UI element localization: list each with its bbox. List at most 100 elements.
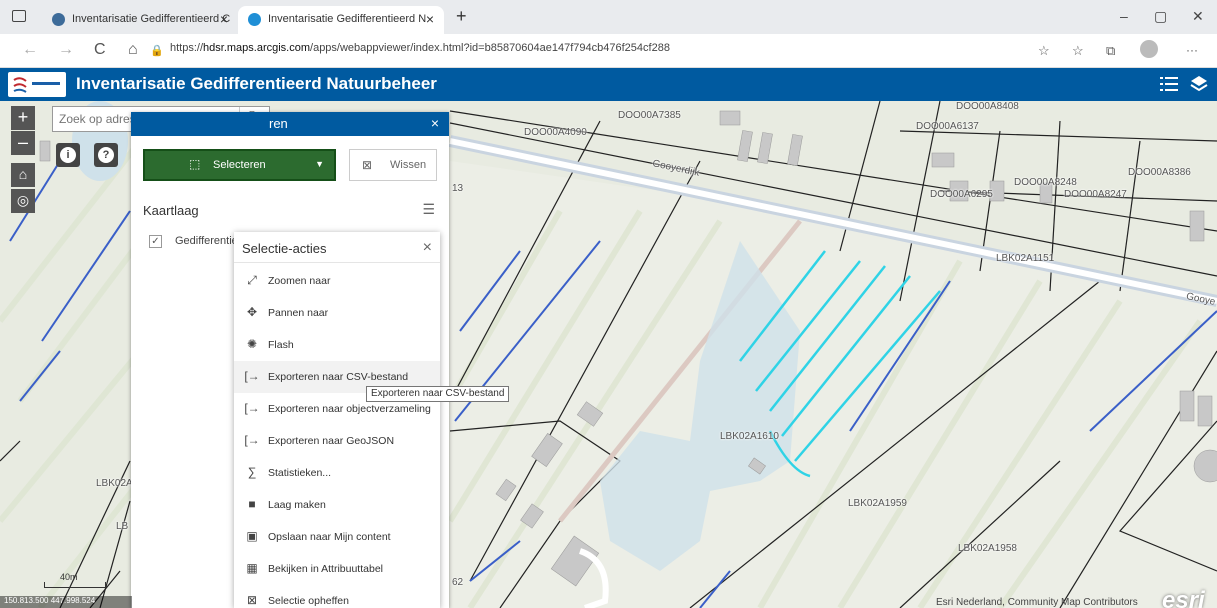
address-bar[interactable]: https://hdsr.maps.arcgis.com/apps/webapp… — [170, 42, 990, 54]
layer-header: Kaartlaag — [143, 203, 199, 218]
chevron-down-icon[interactable]: ▼ — [315, 159, 324, 169]
lock-icon: 🔒 — [150, 45, 164, 57]
action-item[interactable]: ⤢ Zoomen naar — [234, 265, 440, 297]
layers-icon[interactable] — [1190, 75, 1208, 93]
action-item[interactable]: ▦ Bekijken in Attribuuttabel — [234, 553, 440, 585]
parcel-label: DOO00A4090 — [524, 127, 587, 138]
select-icon: ⬚ — [189, 157, 201, 171]
export-icon: [→ — [244, 401, 260, 415]
hdsr-logo — [8, 72, 66, 97]
help-icon: ? — [98, 147, 114, 163]
parcel-label: LBK02A1610 — [720, 431, 779, 442]
map-number-label: 62 — [452, 577, 464, 588]
table-icon: ▦ — [246, 561, 258, 575]
action-label: Bekijken in Attribuuttabel — [268, 563, 383, 575]
filter-icon[interactable]: ☰ — [422, 201, 435, 218]
browser-tab-2[interactable]: Inventarisatie Gedifferentieerd N × — [238, 6, 444, 34]
action-item[interactable]: ✺ Flash — [234, 329, 440, 361]
scale-bar — [44, 582, 106, 588]
parcel-label: DOO00A6137 — [916, 121, 979, 132]
clear-icon: ⊠ — [362, 158, 373, 172]
export-icon: [→ — [244, 433, 260, 447]
panel-header: ren × — [131, 112, 449, 136]
action-label: Exporteren naar objectverzameling — [268, 403, 431, 415]
action-label: Laag maken — [268, 499, 326, 511]
sigma-icon: ∑ — [247, 465, 257, 479]
favorites-icon[interactable]: ☆ — [1072, 43, 1084, 59]
parcel-label: LB — [116, 521, 129, 532]
parcel-label: DOO00A8408 — [956, 101, 1019, 112]
action-item[interactable]: [→ Exporteren naar GeoJSON — [234, 425, 440, 457]
panel-title: ren — [269, 116, 288, 131]
clear-button[interactable]: ⊠ Wissen — [349, 149, 437, 181]
clear-selection-icon: ⊠ — [246, 593, 258, 607]
locate-button[interactable]: ◎ — [11, 189, 35, 213]
parcel-label: DOO00A6295 — [930, 189, 993, 200]
export-icon: [→ — [244, 369, 260, 383]
tab-actions-icon[interactable] — [12, 10, 26, 22]
save-icon: ▣ — [246, 529, 258, 543]
read-aloud-icon[interactable]: ☆ — [1038, 43, 1050, 59]
help-button[interactable]: ? — [94, 143, 118, 167]
close-tab-icon[interactable]: × — [426, 11, 434, 27]
action-label: Pannen naar — [268, 307, 329, 319]
map-view[interactable]: DOO00A4090 DOO00A7385 DOO00A8408 DOO00A6… — [0, 101, 1217, 608]
map-number-label: 13 — [452, 183, 464, 194]
close-tab-icon[interactable]: × — [220, 11, 228, 27]
zoom-out-button[interactable]: – — [11, 131, 35, 155]
refresh-button[interactable]: C — [94, 41, 106, 59]
locate-icon: ◎ — [16, 192, 30, 208]
app-header: Inventarisatie Gedifferentieerd Natuurbe… — [0, 68, 1217, 101]
attribution: Esri Nederland, Community Map Contributo… — [936, 597, 1138, 608]
globe-icon — [52, 13, 65, 26]
esri-logo: esri — [1162, 587, 1205, 608]
selection-actions-menu: Selectie-acties × ⤢ Zoomen naar ✥ Pannen na… — [234, 232, 440, 608]
action-label: Flash — [268, 339, 294, 351]
layer-checkbox[interactable]: ✓ — [149, 235, 162, 248]
select-button-label: Selecteren — [213, 159, 266, 171]
tooltip: Exporteren naar CSV-bestand — [366, 386, 510, 402]
actions-title: Selectie-acties — [242, 241, 327, 256]
zoom-in-button[interactable]: + — [11, 106, 35, 130]
logo-graphic — [13, 77, 60, 93]
more-menu-button[interactable]: ··· — [1186, 43, 1198, 57]
browser-nav-bar: ← → C ⌂ 🔒 https://hdsr.maps.arcgis.com/a… — [0, 34, 1217, 68]
back-button[interactable]: ← — [22, 41, 38, 59]
action-item[interactable]: ▣ Opslaan naar Mijn content — [234, 521, 440, 553]
scale-label: 40m — [60, 572, 78, 582]
tab-title: Inventarisatie Gedifferentieerd C — [72, 13, 231, 25]
maximize-button[interactable]: ▢ — [1154, 8, 1167, 25]
info-icon: i — [60, 147, 76, 163]
forward-button[interactable]: → — [58, 41, 74, 59]
action-item[interactable]: ∑ Statistieken... — [234, 457, 440, 489]
actions-close-button[interactable]: × — [423, 239, 432, 257]
parcel-label: DOO00A8247 — [1064, 189, 1127, 200]
home-button[interactable]: ⌂ — [128, 41, 138, 59]
new-tab-button[interactable]: + — [456, 6, 467, 27]
panel-close-button[interactable]: × — [431, 115, 439, 131]
layer-create-icon: ■ — [248, 497, 256, 511]
action-item[interactable]: ■ Laag maken — [234, 489, 440, 521]
select-button[interactable]: ⬚ Selecteren ▼ — [143, 149, 336, 181]
action-label: Statistieken... — [268, 467, 332, 479]
action-item[interactable]: ⊠ Selectie opheffen — [234, 585, 440, 608]
browser-tab-strip: Inventarisatie Gedifferentieerd C × Inve… — [0, 0, 1217, 34]
parcel-label: DOO00A7385 — [618, 110, 681, 121]
list-icon[interactable] — [1160, 76, 1178, 92]
home-extent-button[interactable]: ⌂ — [11, 163, 35, 187]
action-label: Zoomen naar — [268, 275, 331, 287]
collections-icon[interactable]: ⧉ — [1106, 43, 1115, 59]
profile-avatar[interactable] — [1140, 40, 1158, 58]
action-label: Selectie opheffen — [268, 595, 349, 607]
tab-title: Inventarisatie Gedifferentieerd N — [268, 13, 427, 25]
action-label: Exporteren naar GeoJSON — [268, 435, 395, 447]
minimize-button[interactable]: – — [1120, 8, 1128, 24]
browser-tab-1[interactable]: Inventarisatie Gedifferentieerd C × — [42, 6, 238, 34]
parcel-label: LBK02A1959 — [848, 498, 907, 509]
action-item[interactable]: ✥ Pannen naar — [234, 297, 440, 329]
info-button[interactable]: i — [56, 143, 80, 167]
close-window-button[interactable]: ✕ — [1192, 8, 1204, 25]
coordinates-readout: 150.813.500 447.998.524 — [0, 596, 132, 608]
parcel-label: LBK02A — [96, 478, 133, 489]
url-path: /apps/webappviewer/index.html?id=b858706… — [310, 42, 670, 54]
